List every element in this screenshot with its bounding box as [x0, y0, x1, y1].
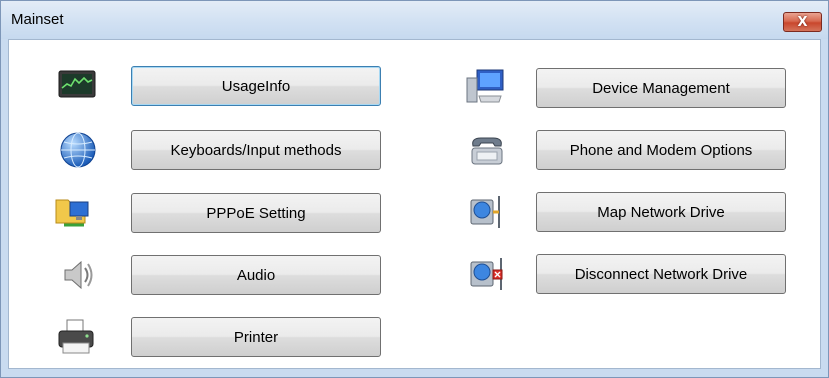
disconnect-network-drive-button[interactable]: Disconnect Network Drive: [536, 254, 786, 294]
performance-monitor-icon: [58, 70, 96, 98]
audio-button[interactable]: Audio: [131, 255, 381, 295]
client-area: UsageInfo Keyboards/Input methods PPPoE …: [8, 39, 821, 369]
close-icon: X: [797, 14, 808, 30]
usageinfo-button[interactable]: UsageInfo: [131, 66, 381, 106]
disconnect-network-drive-icon: [470, 258, 503, 290]
map-network-drive-button[interactable]: Map Network Drive: [536, 192, 786, 232]
speaker-icon: [64, 260, 93, 290]
printer-icon: [58, 319, 94, 354]
window-title: Mainset: [11, 11, 64, 28]
network-connections-icon: [55, 199, 89, 227]
close-button[interactable]: X: [783, 12, 822, 32]
device-management-button[interactable]: Device Management: [536, 68, 786, 108]
telephone-icon: [471, 137, 503, 165]
title-bar[interactable]: Mainset X: [1, 1, 828, 39]
phone-and-modem-options-button[interactable]: Phone and Modem Options: [536, 130, 786, 170]
printer-button[interactable]: Printer: [131, 317, 381, 357]
mainset-window: Mainset X UsageInfo Keyboards/Input meth…: [0, 0, 829, 378]
computer-icon: [466, 69, 504, 103]
network-drive-icon: [470, 196, 500, 228]
keyboards-input-methods-button[interactable]: Keyboards/Input methods: [131, 130, 381, 170]
globe-icon: [60, 132, 96, 168]
pppoe-setting-button[interactable]: PPPoE Setting: [131, 193, 381, 233]
